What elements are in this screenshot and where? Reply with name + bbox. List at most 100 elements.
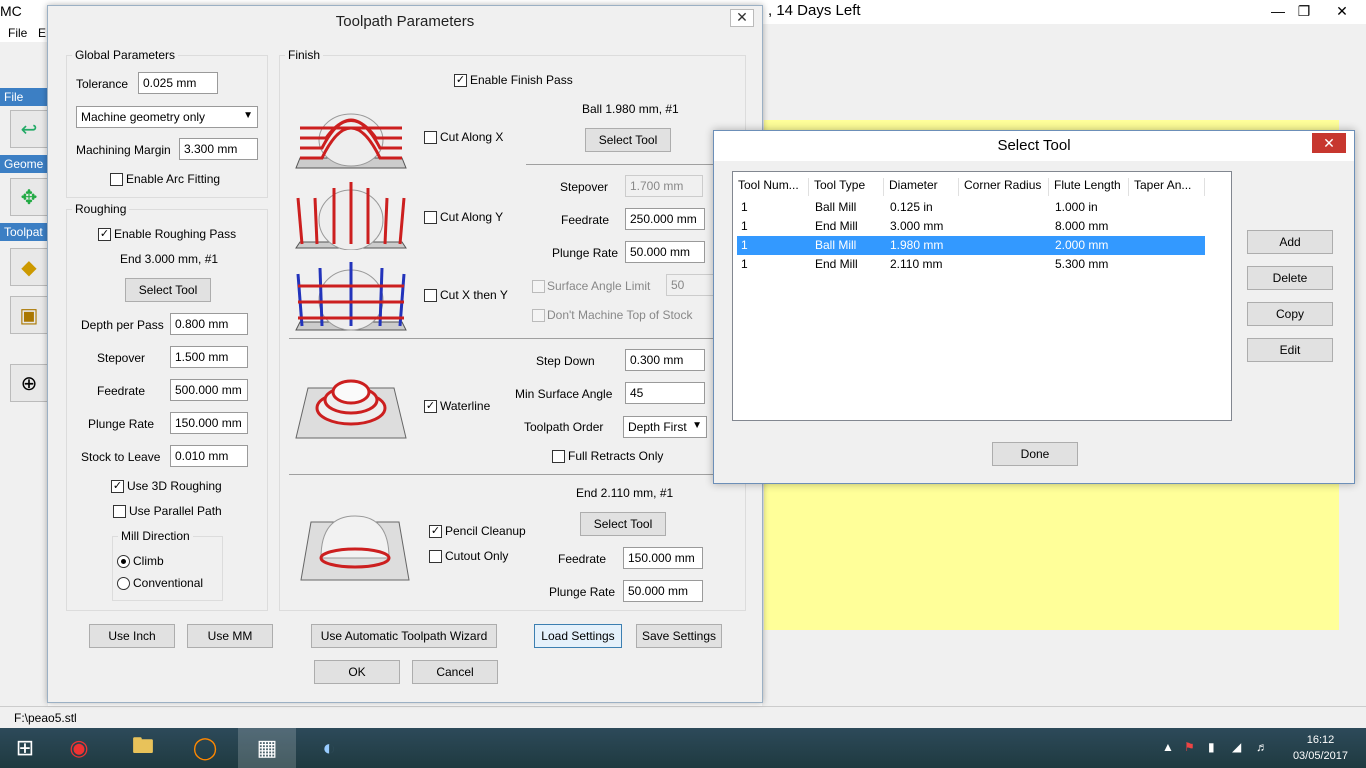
use-mm-button[interactable]: Use MM <box>187 624 273 648</box>
cutout-only-label: Cutout Only <box>445 549 509 563</box>
no-top-of-stock-checkbox[interactable] <box>532 309 545 322</box>
load-settings-button[interactable]: Load Settings <box>534 624 622 648</box>
select-tool-close-button[interactable]: ✕ <box>1312 133 1346 153</box>
flute-length-cell: 5.300 mm <box>1055 257 1109 271</box>
add-tool-button[interactable]: Add <box>1247 230 1333 254</box>
column-header[interactable]: Tool Type <box>809 178 884 196</box>
dialog-close-button[interactable]: ✕ <box>730 9 754 27</box>
volume-icon[interactable]: ♬ <box>1256 740 1268 754</box>
maximize-button[interactable]: ❐ <box>1289 0 1319 22</box>
menu-file[interactable]: File <box>8 26 27 40</box>
sidebar-toolpath-header[interactable]: Toolpat <box>0 223 48 241</box>
roughing-legend: Roughing <box>75 202 127 216</box>
security-icon[interactable]: ⚑ <box>1184 740 1195 754</box>
divider <box>526 164 744 165</box>
enable-roughing-checkbox[interactable]: ✓ <box>98 228 111 241</box>
use-3d-roughing-checkbox[interactable]: ✓ <box>111 480 124 493</box>
table-row[interactable]: 1 End Mill 2.110 mm 5.300 mm <box>737 255 1205 274</box>
tool-number-cell: 1 <box>741 257 748 271</box>
enable-finish-checkbox[interactable]: ✓ <box>454 74 467 87</box>
menu-edit[interactable]: E <box>38 26 46 40</box>
climb-radio[interactable] <box>117 555 130 568</box>
stock-to-leave-input[interactable]: 0.010 mm <box>170 445 248 467</box>
depth-per-pass-input[interactable]: 0.800 mm <box>170 313 248 335</box>
close-button[interactable]: ✕ <box>1322 0 1362 22</box>
column-header[interactable]: Diameter <box>884 178 959 196</box>
done-button[interactable]: Done <box>992 442 1078 466</box>
pencil-cleanup-checkbox[interactable]: ✓ <box>429 525 442 538</box>
finish-feedrate-input[interactable]: 250.000 mm <box>625 208 705 230</box>
diameter-cell: 3.000 mm <box>890 219 944 233</box>
windows-start-icon[interactable]: ⊞ <box>0 728 50 768</box>
full-retracts-checkbox[interactable] <box>552 450 565 463</box>
geometry-select[interactable]: Machine geometry only ▼ <box>76 106 258 128</box>
power-icon[interactable]: ▮ <box>1208 740 1215 754</box>
edit-tool-button[interactable]: Edit <box>1247 338 1333 362</box>
column-header[interactable]: Flute Length <box>1049 178 1129 196</box>
roughing-stepover-input[interactable]: 1.500 mm <box>170 346 248 368</box>
pencil-select-tool-button[interactable]: Select Tool <box>580 512 666 536</box>
tolerance-input[interactable]: 0.025 mm <box>138 72 218 94</box>
finish-select-tool-button[interactable]: Select Tool <box>585 128 671 152</box>
toolpath-order-select[interactable]: Depth First ▼ <box>623 416 707 438</box>
toolpath-order-value: Depth First <box>628 420 687 434</box>
pencil-plunge-input[interactable]: 50.000 mm <box>623 580 703 602</box>
sidebar-file-header[interactable]: File <box>0 88 48 106</box>
roughing-tool-label: End 3.000 mm, #1 <box>120 252 219 266</box>
divider <box>289 474 744 475</box>
column-header[interactable]: Tool Num... <box>733 178 809 196</box>
table-row[interactable]: 1 Ball Mill 0.125 in 1.000 in <box>737 198 1205 217</box>
clock-date: 03/05/2017 <box>1292 750 1348 762</box>
paint-icon[interactable]: ◐ <box>300 728 358 768</box>
network-icon[interactable]: ◢ <box>1232 740 1241 754</box>
cutout-only-checkbox[interactable] <box>429 550 442 563</box>
firefox-icon[interactable]: ◯ <box>176 728 234 768</box>
parallel-path-checkbox[interactable] <box>113 505 126 518</box>
tool-list[interactable]: Tool Num... Tool Type Diameter Corner Ra… <box>732 171 1232 421</box>
roughing-plunge-input[interactable]: 150.000 mm <box>170 412 248 434</box>
cancel-button[interactable]: Cancel <box>412 660 498 684</box>
margin-input[interactable]: 3.300 mm <box>179 138 258 160</box>
roughing-select-tool-button[interactable]: Select Tool <box>125 278 211 302</box>
surface-angle-limit-input[interactable]: 50 <box>666 274 716 296</box>
toolpath-parameters-dialog: Toolpath Parameters ✕ Global Parameters … <box>47 5 763 703</box>
delete-tool-button[interactable]: Delete <box>1247 266 1333 290</box>
cut-x-then-y-checkbox[interactable] <box>424 289 437 302</box>
copy-tool-button[interactable]: Copy <box>1247 302 1333 326</box>
pencil-feedrate-input[interactable]: 150.000 mm <box>623 547 703 569</box>
toolpath-icon[interactable]: ▣ <box>10 296 48 334</box>
sidebar-geometry-header[interactable]: Geome <box>0 155 48 173</box>
finish-tool-label: Ball 1.980 mm, #1 <box>582 102 679 116</box>
cut-along-y-checkbox[interactable] <box>424 211 437 224</box>
arc-fitting-checkbox[interactable] <box>110 173 123 186</box>
roughing-feedrate-input[interactable]: 500.000 mm <box>170 379 248 401</box>
finish-stepover-label: Stepover <box>560 180 609 194</box>
crosshair-icon[interactable]: ⊕ <box>10 364 48 402</box>
min-surface-angle-input[interactable]: 45 <box>625 382 705 404</box>
table-row-selected[interactable]: 1 Ball Mill 1.980 mm 2.000 mm <box>737 236 1205 255</box>
import-icon[interactable]: ↩ <box>10 110 48 148</box>
save-settings-button[interactable]: Save Settings <box>636 624 722 648</box>
finish-stepover-input[interactable]: 1.700 mm <box>625 175 703 197</box>
clock[interactable]: 16:12 03/05/2017 <box>1293 732 1348 764</box>
column-header[interactable]: Taper An... <box>1129 178 1205 196</box>
cam-app-icon[interactable]: ▦ <box>238 728 296 768</box>
surface-angle-limit-checkbox[interactable] <box>532 280 545 293</box>
stock-icon[interactable]: ◆ <box>10 248 48 286</box>
ok-button[interactable]: OK <box>314 660 400 684</box>
conventional-radio[interactable] <box>117 577 130 590</box>
use-inch-button[interactable]: Use Inch <box>89 624 175 648</box>
arc-fitting-label: Enable Arc Fitting <box>126 172 221 186</box>
chrome-icon[interactable]: ◉ <box>50 728 108 768</box>
column-header[interactable]: Corner Radius <box>959 178 1049 196</box>
cut-along-x-checkbox[interactable] <box>424 131 437 144</box>
trial-notice: , 14 Days Left <box>768 2 861 19</box>
table-row[interactable]: 1 End Mill 3.000 mm 8.000 mm <box>737 217 1205 236</box>
move-icon[interactable]: ✥ <box>10 178 48 216</box>
show-hidden-icons-icon[interactable]: ▲ <box>1162 740 1174 754</box>
file-explorer-icon[interactable]: 🖿 <box>114 728 172 768</box>
step-down-input[interactable]: 0.300 mm <box>625 349 705 371</box>
waterline-checkbox[interactable]: ✓ <box>424 400 437 413</box>
finish-plunge-input[interactable]: 50.000 mm <box>625 241 705 263</box>
toolpath-wizard-button[interactable]: Use Automatic Toolpath Wizard <box>311 624 497 648</box>
